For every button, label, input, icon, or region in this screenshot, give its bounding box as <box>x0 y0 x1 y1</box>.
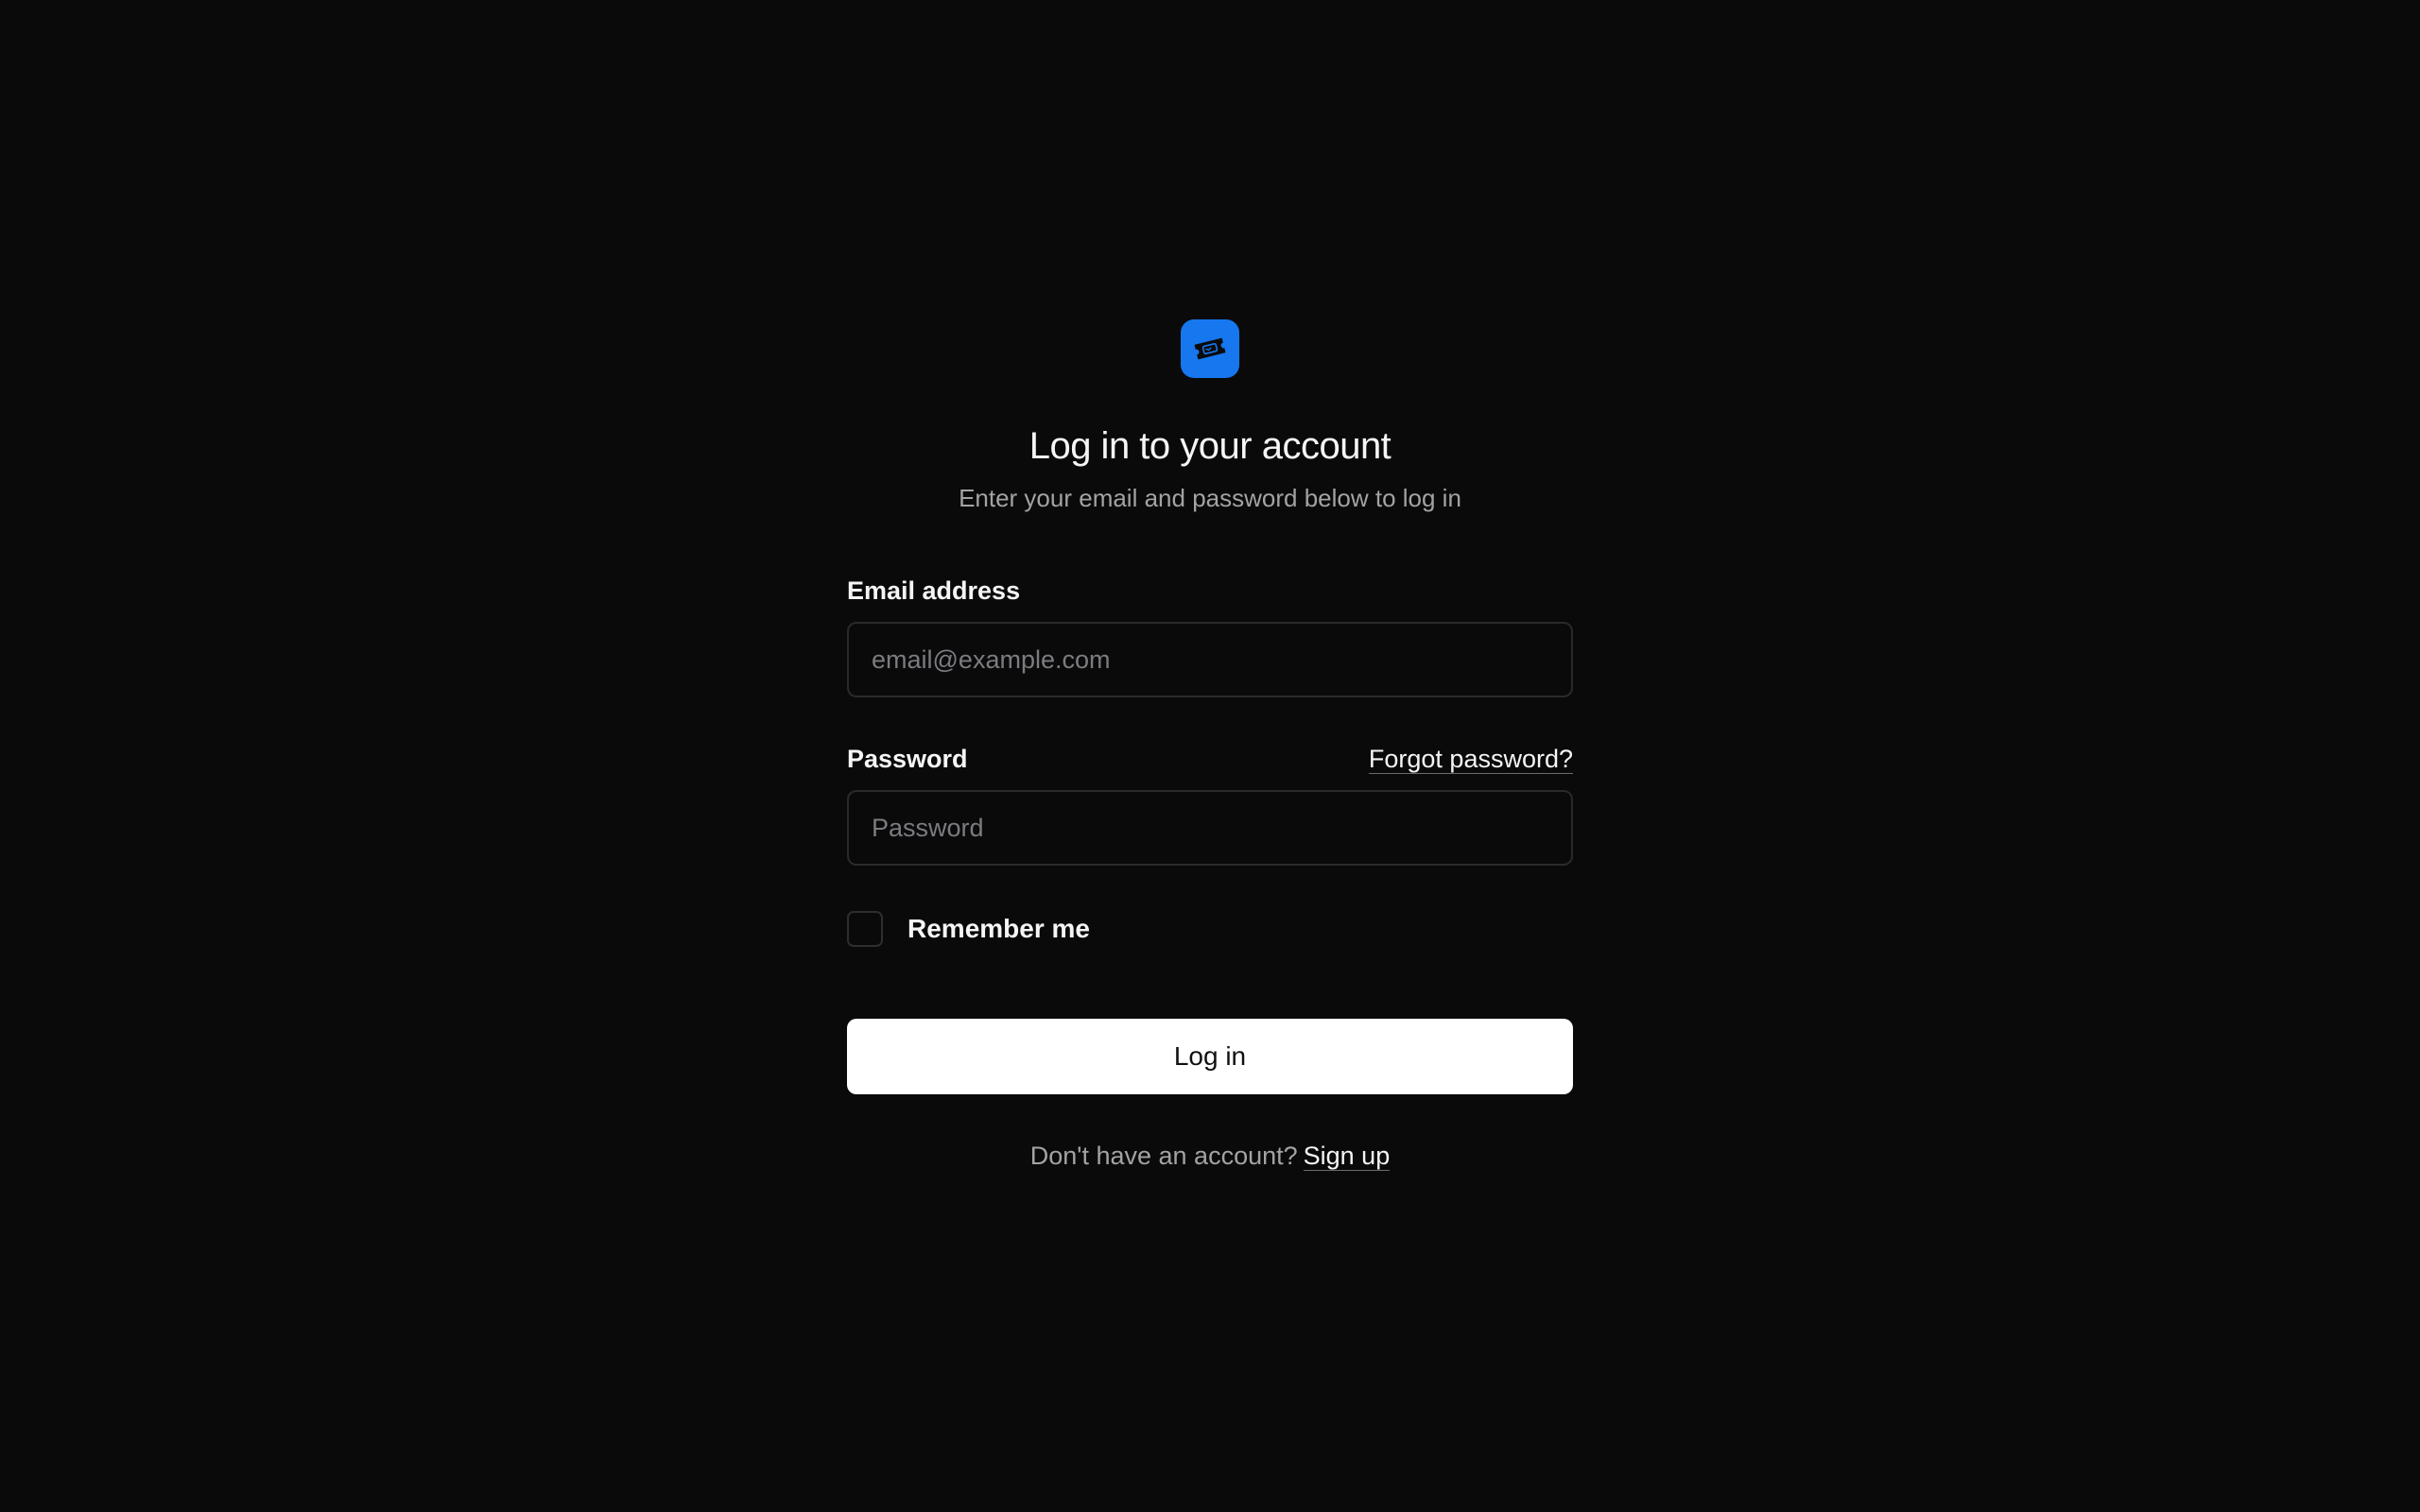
email-label-row: Email address <box>847 575 1573 607</box>
password-field[interactable] <box>847 790 1573 866</box>
login-page: Log in to your account Enter your email … <box>0 0 2420 1512</box>
signup-link[interactable]: Sign up <box>1303 1142 1391 1171</box>
login-button[interactable]: Log in <box>847 1019 1573 1094</box>
remember-row: Remember me <box>847 911 1573 947</box>
password-label-row: Password Forgot password? <box>847 743 1573 775</box>
email-field[interactable] <box>847 622 1573 697</box>
app-logo <box>1181 319 1239 378</box>
login-card: Log in to your account Enter your email … <box>847 319 1573 1171</box>
page-subtitle: Enter your email and password below to l… <box>959 484 1461 512</box>
password-label: Password <box>847 745 968 773</box>
signup-row: Don't have an account? Sign up <box>847 1142 1573 1171</box>
remember-me-checkbox[interactable] <box>847 911 883 947</box>
page-title: Log in to your account <box>1028 425 1392 467</box>
ticket-icon <box>1194 337 1226 360</box>
email-label: Email address <box>847 576 1021 605</box>
signup-prompt: Don't have an account? <box>1029 1142 1298 1170</box>
remember-me-label[interactable]: Remember me <box>908 914 1090 944</box>
forgot-password-link[interactable]: Forgot password? <box>1368 745 1573 774</box>
